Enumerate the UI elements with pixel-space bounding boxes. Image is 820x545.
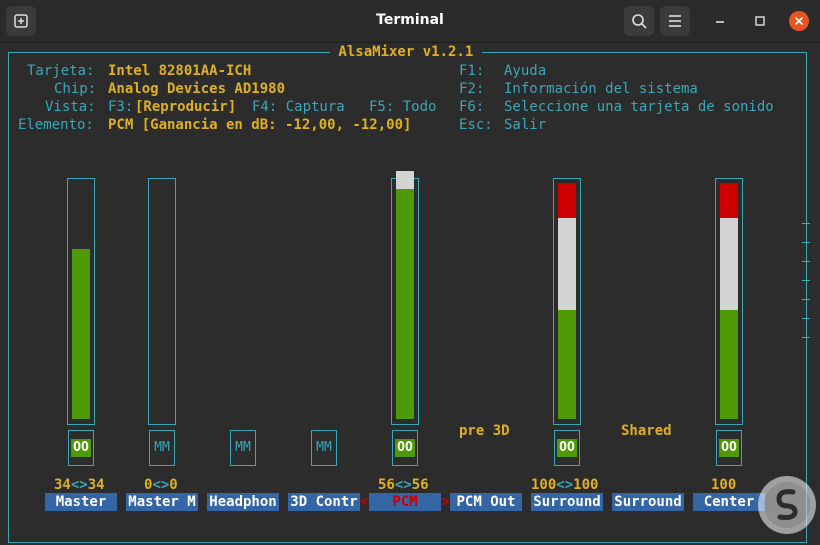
card-label: Tarjeta: [27,63,95,79]
element-value: PCM [Ganancia en dB: -12,00, -12,00] [108,117,412,133]
pcm-out-switch-value[interactable]: pre 3D [459,422,510,440]
help-key-f2: F2: [459,81,485,97]
center-level-green [720,310,738,419]
chip-value: Analog Devices AD1980 [108,81,286,97]
hamburger-menu-icon [669,15,681,27]
pcm-mute-state: OO [395,439,415,457]
close-icon [794,16,804,26]
channel-tab-surround-2[interactable]: Surround [612,493,684,511]
channel-tab-surround[interactable]: Surround [531,493,603,511]
view-playback[interactable]: [Reproducir] [135,98,236,116]
minimize-button[interactable] [710,11,730,31]
3d-control-mute-toggle[interactable]: MM [311,430,337,466]
close-button[interactable] [789,11,809,31]
card-value: Intel 82801AA-ICH [108,63,252,79]
window-title: Terminal [376,12,444,28]
help-key-f6: F6: [459,99,485,115]
center-mute-state: OO [719,439,739,457]
surround-mute-toggle[interactable]: OO [554,430,580,466]
master-mono-mute-toggle[interactable]: MM [149,430,175,466]
help-text-f1: Ayuda [504,63,547,79]
channel-tab-master[interactable]: Master [45,493,117,511]
headphone-mute-toggle[interactable]: MM [230,430,256,466]
headphone-mute-state: MM [235,440,251,455]
master-mute-state: OO [71,439,91,457]
channel-tab-headphone[interactable]: Headphon [207,493,279,511]
master-level-fill [72,249,90,419]
surround-mute-state: OO [557,439,577,457]
view-f3-key: F3: [108,99,134,115]
view-all[interactable]: F5: Todo [369,98,436,116]
element-label: Elemento: [18,117,94,133]
center-level-white [720,218,738,311]
pcm-mute-toggle[interactable]: OO [392,430,418,466]
surround-level-green [558,310,576,419]
master-mono-volume-readout: 0<>0 [144,477,178,493]
chip-label: Chip: [54,81,97,97]
menu-button[interactable] [660,6,690,36]
channel-tab-master-mono[interactable]: Master M [126,493,198,511]
selection-marker-left: < [360,494,369,510]
surround-shared-label: Shared [621,423,672,439]
terminal-area[interactable]: AlsaMixer v1.2.1 Tarjeta: Intel 82801AA-… [0,43,820,545]
solvetic-logo-icon [755,473,819,537]
help-text-f6: Seleccione una tarjeta de sonido [504,99,774,115]
pcm-volume-bar[interactable] [391,171,419,425]
master-volume-readout: 34<>34 [54,477,105,493]
surround-volume-bar[interactable] [553,178,581,425]
scroll-indicator[interactable] [802,223,812,373]
channel-tab-pcm[interactable]: PCM [369,493,441,511]
selection-marker-right: > [441,494,450,510]
help-key-esc: Esc: [459,117,493,133]
pcm-level-fill [396,189,414,419]
master-volume-bar[interactable] [67,178,95,425]
maximize-icon [755,16,765,26]
master-mute-toggle[interactable]: OO [68,430,94,466]
alsamixer-title: AlsaMixer v1.2.1 [330,43,482,61]
help-key-f1: F1: [459,63,485,79]
title-bar: Terminal [0,0,820,43]
surround-level-red [558,183,576,219]
channel-tab-pcm-out[interactable]: PCM Out [450,493,522,511]
pcm-level-white [396,171,414,189]
minimize-icon [716,21,724,23]
center-level-red [720,183,738,219]
center-volume-readout: 100 [711,477,737,493]
view-label: Vista: [45,99,96,115]
master-mono-volume-bar[interactable] [148,178,176,425]
maximize-button[interactable] [750,11,770,31]
search-button[interactable] [624,6,654,36]
pcm-volume-readout: 56<>56 [378,477,429,493]
help-text-esc: Salir [504,117,547,133]
center-mute-toggle[interactable]: OO [716,430,742,466]
3d-control-mute-state: MM [316,440,332,455]
channel-tab-3d-control[interactable]: 3D Contr [288,493,360,511]
surround-level-white [558,218,576,311]
master-mono-mute-state: MM [154,440,170,455]
search-icon [632,14,647,29]
help-text-f2: Información del sistema [504,81,698,97]
surround-volume-readout: 100<>100 [531,477,599,493]
view-capture[interactable]: F4: Captura [252,98,345,116]
center-volume-bar[interactable] [715,178,743,425]
